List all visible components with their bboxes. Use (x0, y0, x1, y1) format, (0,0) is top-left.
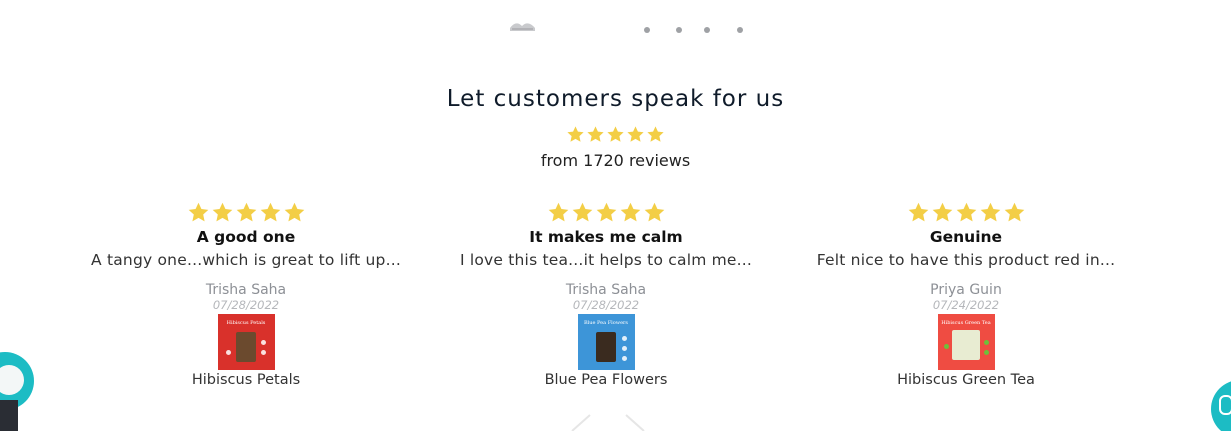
summary-rating (0, 125, 1231, 144)
review-card[interactable]: Genuine Felt nice to have this product r… (786, 201, 1146, 388)
star-icon (646, 125, 665, 144)
badge-icon (983, 350, 989, 355)
review-body: Felt nice to have this product red in... (816, 251, 1116, 269)
badge-icon (621, 356, 627, 361)
package-icon (951, 330, 980, 360)
star-icon (283, 201, 306, 224)
section-title: Let customers speak for us (446, 86, 785, 112)
gift-icon (0, 365, 24, 395)
partner-logo-icon (644, 27, 743, 33)
star-icon (931, 201, 954, 224)
star-icon (619, 201, 642, 224)
badge-icon (621, 346, 627, 351)
star-icon (187, 201, 210, 224)
reviewer-name: Trisha Saha (205, 282, 287, 298)
review-date: 07/28/2022 (572, 298, 640, 312)
chat-icon (1219, 395, 1231, 415)
badge-icon (260, 340, 266, 345)
review-star-row (786, 201, 1146, 224)
star-icon (907, 201, 930, 224)
star-icon (1003, 201, 1026, 224)
star-icon (235, 201, 258, 224)
review-title: A good one (196, 228, 296, 246)
review-count: from 1720 reviews (540, 151, 691, 170)
thumbnail-label: Hibiscus Petals (226, 320, 266, 326)
badge-icon (621, 336, 627, 341)
star-icon (547, 201, 570, 224)
star-icon (595, 201, 618, 224)
chevron-down-icon[interactable] (570, 414, 646, 431)
product-thumbnail[interactable]: Blue Pea Flowers (577, 314, 635, 370)
reviewer-name: Trisha Saha (565, 282, 647, 298)
review-star-row (426, 201, 786, 224)
star-icon (606, 125, 625, 144)
summary-star-row (0, 125, 1231, 144)
review-title: Genuine (929, 228, 1003, 246)
product-name-link[interactable]: Hibiscus Petals (66, 372, 426, 388)
review-card[interactable]: It makes me calm I love this tea...it he… (426, 201, 786, 388)
review-body: I love this tea...it helps to calm me... (459, 251, 753, 269)
product-thumbnail[interactable]: Hibiscus Green Tea (937, 314, 995, 370)
star-icon (643, 201, 666, 224)
star-icon (571, 201, 594, 224)
side-panel-edge (0, 400, 18, 431)
review-star-row (66, 201, 426, 224)
star-icon (586, 125, 605, 144)
review-card[interactable]: A good one A tangy one...which is great … (66, 201, 426, 388)
package-icon (595, 332, 616, 362)
star-icon (979, 201, 1002, 224)
badge-icon (260, 350, 266, 355)
package-icon (235, 332, 256, 362)
review-body: A tangy one...which is great to lift up.… (91, 251, 401, 269)
star-icon (626, 125, 645, 144)
partner-logos-strip (0, 14, 1231, 36)
badge-icon (983, 340, 989, 345)
product-name-link[interactable]: Hibiscus Green Tea (786, 372, 1146, 388)
reviewer-name: Priya Guin (930, 282, 1002, 298)
star-icon (211, 201, 234, 224)
thumbnail-label: Blue Pea Flowers (584, 320, 628, 326)
partner-logo-icon (510, 23, 535, 31)
star-icon (566, 125, 585, 144)
chat-button[interactable] (1211, 380, 1231, 431)
star-icon (259, 201, 282, 224)
thumbnail-label: Hibiscus Green Tea (941, 320, 991, 326)
review-date: 07/24/2022 (932, 298, 1000, 312)
badge-icon (943, 344, 949, 349)
review-title: It makes me calm (529, 228, 683, 246)
product-thumbnail[interactable]: Hibiscus Petals (217, 314, 275, 370)
star-icon (955, 201, 978, 224)
product-name-link[interactable]: Blue Pea Flowers (426, 372, 786, 388)
badge-icon (225, 350, 231, 355)
review-date: 07/28/2022 (212, 298, 280, 312)
